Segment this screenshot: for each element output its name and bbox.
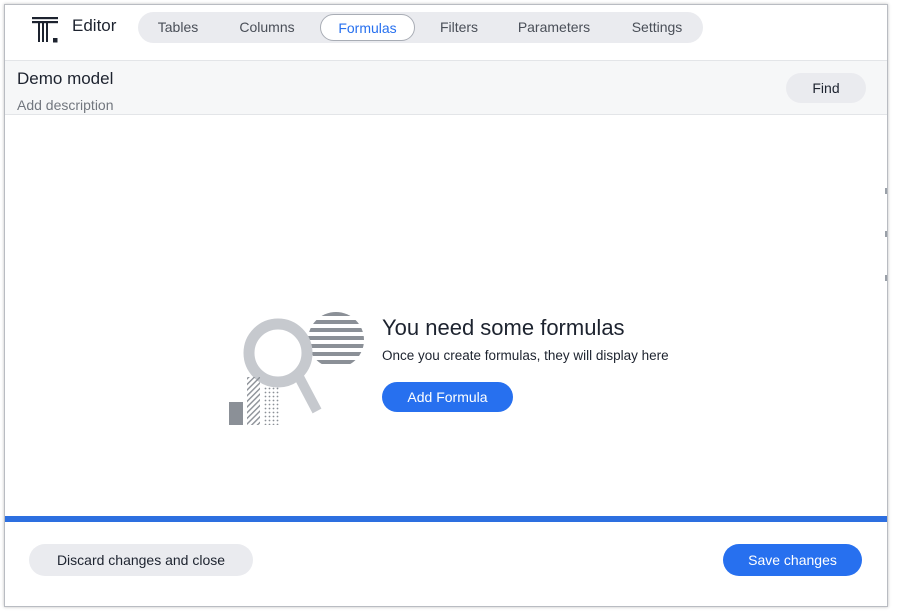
scroll-edge-mark	[885, 231, 887, 237]
save-changes-button[interactable]: Save changes	[723, 544, 862, 576]
tab-columns[interactable]: Columns	[222, 14, 312, 41]
tab-filters[interactable]: Filters	[424, 14, 494, 41]
tab-parameters[interactable]: Parameters	[504, 14, 604, 41]
magnifier-illustration-icon	[229, 312, 364, 425]
tab-bar: Tables Columns Formulas Filters Paramete…	[138, 12, 703, 43]
scroll-edge-mark	[885, 188, 887, 194]
editor-title: Editor	[72, 16, 117, 35]
model-name[interactable]: Demo model	[17, 69, 113, 89]
app-logo-icon	[32, 17, 58, 43]
editor-dialog: Editor Tables Columns Formulas Filters P…	[4, 4, 888, 607]
tab-formulas[interactable]: Formulas	[320, 14, 415, 41]
empty-state-subtitle: Once you create formulas, they will disp…	[382, 348, 669, 363]
model-description-input[interactable]: Add description	[17, 97, 114, 113]
top-bar: Editor Tables Columns Formulas Filters P…	[5, 5, 887, 60]
footer-bar: Discard changes and close Save changes	[5, 522, 887, 606]
model-header: Demo model Add description Find	[5, 60, 887, 115]
find-button[interactable]: Find	[786, 73, 866, 103]
scroll-edge-mark	[885, 275, 887, 281]
tab-tables[interactable]: Tables	[140, 14, 216, 41]
discard-changes-button[interactable]: Discard changes and close	[29, 544, 253, 576]
empty-state-title: You need some formulas	[382, 315, 625, 340]
add-formula-button[interactable]: Add Formula	[382, 382, 513, 412]
tab-settings[interactable]: Settings	[616, 14, 698, 41]
